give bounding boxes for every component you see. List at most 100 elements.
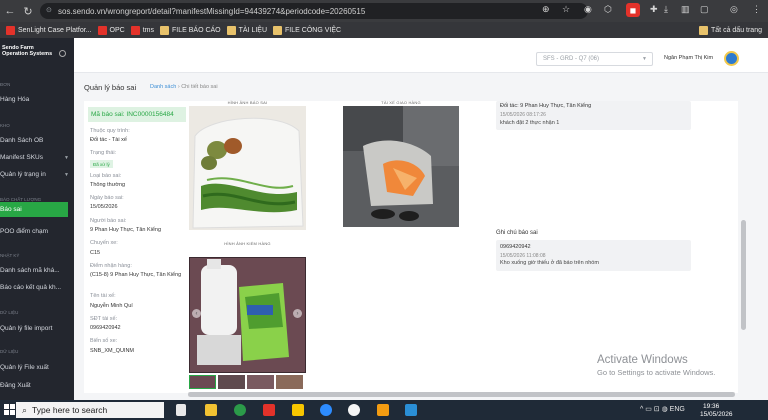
sidebar-item[interactable]: Danh Sách OB: [0, 137, 43, 144]
app-icon[interactable]: [405, 404, 417, 416]
pickup-value: (C15-8) 9 Phan Huy Thực, Tân Kiểng: [90, 272, 182, 278]
sidepanel-icon[interactable]: ▥: [681, 4, 690, 15]
menu-icon[interactable]: ⋮: [752, 4, 761, 15]
thumbnail[interactable]: [189, 375, 216, 389]
sidebar-section-label: DỮ LIỆU: [0, 310, 19, 315]
thumbnail[interactable]: [218, 375, 245, 389]
reporter-value: 9 Phan Huy Thực, Tân Kiểng: [90, 227, 162, 233]
scrollbar-thumb[interactable]: [188, 392, 735, 397]
type-value: Thông thường: [90, 182, 126, 188]
thumbnail[interactable]: [276, 375, 303, 389]
url-text: sos.sendo.vn/wrongreport/detail?manifest…: [58, 6, 366, 16]
handler-text: Kho xuống giờ thiếu ở đã báo trên nhóm: [500, 260, 599, 266]
sidebar-item[interactable]: Báo sai: [0, 202, 68, 217]
app-icon[interactable]: [377, 404, 389, 416]
sidebar-item[interactable]: Quản lý file import: [0, 325, 52, 332]
scrollbar-thumb[interactable]: [741, 220, 746, 330]
system-tray[interactable]: ^ ▭ ⊡ ◍ ENG: [640, 405, 685, 413]
sidebar-item[interactable]: Quản lý trạng in: [0, 171, 46, 178]
extension-icon[interactable]: ⬡: [604, 4, 612, 15]
partner-text: khách đặt 2 thực nhận 1: [500, 120, 560, 126]
task-view-icon[interactable]: [176, 404, 186, 416]
report-image-label: HÌNH ẢNH BÁO SAI: [227, 100, 268, 105]
sidebar-item[interactable]: Danh sách mã khá...: [0, 267, 60, 274]
sidebar-item-label: POO điểm chạm: [0, 228, 49, 235]
driver-label: Tên tài xế:: [90, 293, 116, 299]
zoom-app-icon[interactable]: [320, 404, 332, 416]
folder-icon: [699, 26, 709, 35]
report-photo[interactable]: [189, 106, 306, 230]
sticky-notes-icon[interactable]: [292, 404, 304, 416]
sidebar-section-label: KHO: [0, 123, 10, 128]
avatar[interactable]: [724, 51, 739, 66]
sidebar-toggle-icon[interactable]: [59, 50, 66, 57]
profile-icon[interactable]: ◎: [730, 4, 738, 15]
zoom-icon[interactable]: ⊕: [542, 4, 550, 15]
wps-icon[interactable]: [263, 404, 275, 416]
sidebar-item[interactable]: Manifest SKUs: [0, 154, 43, 161]
activation-watermark-title: Activate Windows: [597, 354, 688, 366]
delivery-image-label: TÀI XẾ GIAO HÀNG: [381, 100, 421, 105]
check-photo[interactable]: ‹ ›: [189, 257, 306, 373]
chrome-profile-icon[interactable]: [348, 404, 360, 416]
thumbnail[interactable]: [247, 375, 274, 389]
trip-label: Chuyến xe:: [90, 240, 118, 246]
sidebar-item-label: Manifest SKUs: [0, 154, 43, 161]
file-explorer-icon[interactable]: [205, 404, 217, 416]
sidebar-item[interactable]: Hàng Hóa: [0, 96, 29, 103]
shield-icon[interactable]: ◉: [584, 4, 592, 15]
prev-image-button[interactable]: ‹: [192, 309, 201, 318]
site-info-icon[interactable]: ⊙: [46, 6, 53, 15]
plate-label: Biển số xe:: [90, 338, 118, 344]
folder-icon: [273, 25, 283, 35]
activation-watermark-text: Go to Settings to activate Windows.: [597, 368, 716, 377]
bookmark-icon: [130, 25, 140, 35]
address-bar[interactable]: ⊙ sos.sendo.vn/wrongreport/detail?manife…: [40, 3, 588, 19]
store-select[interactable]: SFS - GRD - Q7 (06) ▼: [536, 52, 653, 66]
sidebar-item[interactable]: Đăng Xuất: [0, 382, 31, 389]
bookmark-folder[interactable]: TÀI LIỆU: [226, 25, 267, 35]
puzzle-icon[interactable]: ✚: [650, 4, 658, 15]
date-value: 15/05/2026: [90, 204, 118, 210]
back-icon[interactable]: ←: [2, 3, 18, 19]
taskbar-search[interactable]: ⌕ Type here to search: [16, 402, 164, 418]
chevron-down-icon: ▼: [64, 172, 69, 178]
download-icon[interactable]: ⤓: [664, 4, 668, 15]
bookmark-folder[interactable]: FILE BÁO CÁO: [160, 25, 221, 35]
sidebar-item-label: Báo cáo kết quả kh...: [0, 284, 62, 291]
next-image-button[interactable]: ›: [293, 309, 302, 318]
delivery-photo[interactable]: [343, 106, 459, 227]
search-placeholder: Type here to search: [32, 405, 108, 415]
handler-note: 0969420942 15/05/2026 11:08:08 Kho xuống…: [496, 240, 691, 271]
process-value: Đối tác - Tài xế: [90, 137, 127, 143]
window-icon[interactable]: ▢: [700, 4, 709, 15]
clock-time: 19:36: [703, 403, 720, 410]
handler-note-title: Ghi chú báo sai: [496, 230, 538, 236]
sidebar-item[interactable]: POO điểm chạm: [0, 228, 48, 235]
bookmark-item[interactable]: OPC: [97, 25, 125, 35]
reload-icon[interactable]: ↻: [20, 3, 36, 19]
folder-icon: [160, 25, 169, 35]
horizontal-scrollbar[interactable]: [188, 392, 735, 397]
bookmark-folder[interactable]: FILE CÔNG VIỆC: [273, 25, 341, 35]
user-name: Ngân Phạm Thị Kim: [664, 55, 714, 61]
vegetables-bag-image: [189, 106, 306, 230]
sidebar-section-label: NHẬT KÝ: [0, 253, 20, 258]
sendo-extension-icon[interactable]: ◼: [626, 3, 640, 17]
vertical-scrollbar[interactable]: [741, 102, 746, 392]
trip-value: C15: [90, 250, 101, 256]
breadcrumb-link[interactable]: Danh sách: [150, 84, 176, 90]
groceries-basket-image: [189, 257, 306, 373]
windows-start-icon[interactable]: [4, 404, 15, 415]
sidebar-item[interactable]: Quản lý File xuất: [0, 364, 49, 371]
bookmark-item[interactable]: SenLight Case Platfor...: [6, 25, 92, 35]
clock-date: 15/05/2026: [700, 411, 733, 418]
star-icon[interactable]: ☆: [562, 4, 570, 15]
bookmark-item[interactable]: tms: [130, 25, 154, 35]
reporter-label: Người báo sai:: [90, 218, 127, 224]
chrome-icon[interactable]: [234, 404, 246, 416]
delivery-bag-image: [343, 106, 459, 227]
sidebar-item[interactable]: Báo cáo kết quả kh...: [0, 284, 61, 291]
all-bookmarks[interactable]: Tất cả dấu trang: [699, 26, 762, 35]
partner-note: Đối tác: 9 Phan Huy Thực, Tân Kiểng 15/0…: [496, 101, 691, 130]
